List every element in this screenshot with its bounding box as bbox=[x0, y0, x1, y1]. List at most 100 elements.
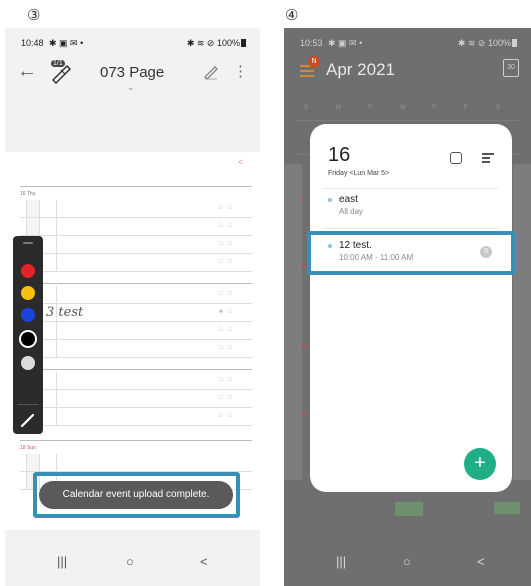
planner-divider bbox=[20, 283, 252, 284]
color-swatch-blue[interactable] bbox=[21, 308, 35, 322]
home-icon[interactable]: ○ bbox=[403, 554, 411, 569]
color-swatch-gray[interactable] bbox=[21, 356, 35, 370]
planner-label-cell bbox=[26, 454, 40, 471]
planner-cell bbox=[56, 286, 57, 303]
pen-icon bbox=[51, 64, 72, 84]
signal-icons: ✱ ≋ ⊘ bbox=[457, 38, 486, 48]
status-bar: 10:48 ✱ ▣ ✉ • ✱ ≋ ⊘ 100% bbox=[5, 36, 260, 50]
pencil-icon[interactable] bbox=[202, 62, 220, 84]
planner-row: □ □ bbox=[20, 322, 252, 340]
background-event-tag bbox=[395, 502, 423, 516]
add-event-button[interactable]: + bbox=[464, 448, 496, 480]
kebab-menu-icon[interactable]: ⋮ bbox=[233, 62, 248, 80]
signal-icons: ✱ ≋ ⊘ bbox=[186, 38, 215, 48]
handwritten-note: 3 test bbox=[46, 305, 84, 320]
row-checkboxes: □ □ bbox=[219, 241, 234, 247]
sticker-icon[interactable] bbox=[450, 152, 462, 164]
status-bar: 10:53 ✱ ▣ ✉ • ✱ ≋ ⊘ 100% bbox=[284, 36, 531, 50]
planner-label-cell bbox=[26, 200, 40, 217]
planner-row: □ □ bbox=[20, 218, 252, 236]
pen-color-palette bbox=[13, 236, 43, 434]
navigation-bar: ||| ○ < bbox=[284, 542, 531, 586]
recent-apps-icon[interactable]: ||| bbox=[57, 554, 67, 569]
background-event-tag bbox=[494, 502, 520, 514]
previous-day-card[interactable] bbox=[284, 164, 302, 480]
calendar-grid-line bbox=[296, 120, 519, 121]
day-detail-popup: 16 Friday <Lun Mar 5> east All day 12 te… bbox=[310, 124, 512, 492]
row-checkboxes: □ □ bbox=[219, 345, 234, 351]
planner-row: □ □ bbox=[20, 200, 252, 218]
share-icon[interactable]: < bbox=[238, 157, 243, 167]
home-icon[interactable]: ○ bbox=[126, 554, 134, 569]
palette-divider bbox=[17, 404, 39, 405]
planner-cell bbox=[56, 200, 57, 217]
day-subtitle: Friday <Lun Mar 5> bbox=[328, 170, 390, 177]
palette-drag-handle[interactable] bbox=[23, 242, 33, 244]
planner-divider bbox=[20, 186, 252, 187]
planner-day-header: 16 Thu bbox=[20, 191, 36, 197]
status-right: ✱ ≋ ⊘ 100% bbox=[187, 38, 246, 49]
row-checkboxes: □ □ bbox=[219, 205, 234, 211]
calendar-date-mark: 18 bbox=[300, 344, 307, 350]
calendar-date-mark: 25 bbox=[300, 412, 307, 418]
planner-cell bbox=[56, 236, 57, 253]
event-list-icon[interactable] bbox=[482, 151, 494, 163]
day-number: 16 bbox=[328, 144, 351, 166]
event-color-dot bbox=[328, 198, 332, 202]
row-checkboxes: □ □ bbox=[219, 395, 234, 401]
popup-divider bbox=[324, 228, 498, 229]
chevron-down-icon[interactable]: ⌄ bbox=[127, 82, 135, 93]
planner-row: □ □ bbox=[20, 408, 252, 426]
event-highlight bbox=[307, 231, 515, 275]
planner-cell bbox=[56, 408, 57, 425]
row-checkboxes: □ □ bbox=[219, 413, 234, 419]
battery-icon bbox=[241, 39, 246, 47]
row-checkboxes: □ □ bbox=[219, 377, 234, 383]
navigation-bar: ||| ○ < bbox=[5, 542, 260, 586]
back-icon[interactable]: < bbox=[200, 554, 208, 569]
notes-toolbar: ← 1/1 073 Page ⌄ ⋮ bbox=[5, 58, 260, 92]
notification-icons: ✱ ▣ ✉ • bbox=[49, 38, 84, 48]
planner-row: □ □ bbox=[20, 340, 252, 358]
notes-app-screen: 10:48 ✱ ▣ ✉ • ✱ ≋ ⊘ 100% ← 1/1 073 Page … bbox=[5, 28, 260, 586]
event-item[interactable]: east All day bbox=[310, 190, 512, 224]
weekday-label: S bbox=[304, 105, 309, 111]
color-swatch-yellow[interactable] bbox=[21, 286, 35, 300]
planner-row: □ □ bbox=[20, 254, 252, 272]
back-arrow-icon[interactable]: ← bbox=[17, 60, 37, 83]
calendar-date-mark: 4 bbox=[300, 196, 304, 202]
battery-level: 100% bbox=[487, 38, 511, 48]
planner-cell bbox=[56, 340, 57, 357]
weekday-label: W bbox=[400, 105, 406, 111]
planner-row bbox=[20, 454, 252, 472]
color-swatch-black[interactable] bbox=[21, 332, 35, 346]
event-title: east bbox=[339, 194, 358, 205]
calendar-date-mark: 11 bbox=[300, 264, 307, 270]
pen-mode-button[interactable]: 1/1 bbox=[47, 60, 73, 84]
notification-icons: ✱ ▣ ✉ • bbox=[328, 38, 363, 48]
today-calendar-icon[interactable]: 30 bbox=[503, 59, 519, 77]
recent-apps-icon[interactable]: ||| bbox=[336, 554, 346, 569]
back-icon[interactable]: < bbox=[477, 554, 485, 569]
planner-label-cell bbox=[26, 218, 40, 235]
planner-cell bbox=[56, 454, 57, 471]
pen-tool-icon[interactable] bbox=[19, 412, 37, 428]
status-time: 10:48 bbox=[21, 38, 44, 48]
calendar-app-screen: 10:53 ✱ ▣ ✉ • ✱ ≋ ⊘ 100% N Apr 2021 30 S… bbox=[284, 28, 531, 586]
color-swatch-red[interactable] bbox=[21, 264, 35, 278]
planner-cell bbox=[56, 372, 57, 389]
planner-row: □ □ bbox=[20, 390, 252, 408]
planner-day-header: 18 Sun bbox=[20, 445, 36, 451]
hamburger-menu-icon[interactable]: N bbox=[298, 56, 320, 80]
upload-toast: Calendar event upload complete. bbox=[39, 481, 233, 509]
planner-row: □ □ bbox=[20, 286, 252, 304]
month-title[interactable]: Apr 2021 bbox=[326, 60, 395, 80]
row-checkboxes: ■ □ bbox=[219, 309, 234, 315]
popup-divider bbox=[324, 188, 498, 189]
page-title[interactable]: 073 Page bbox=[100, 64, 164, 81]
row-checkboxes: □ □ bbox=[219, 223, 234, 229]
next-day-card[interactable] bbox=[513, 164, 531, 480]
planner-row: □ □ bbox=[20, 236, 252, 254]
planner-divider bbox=[20, 440, 252, 441]
status-right: ✱ ≋ ⊘ 100% bbox=[458, 38, 517, 49]
